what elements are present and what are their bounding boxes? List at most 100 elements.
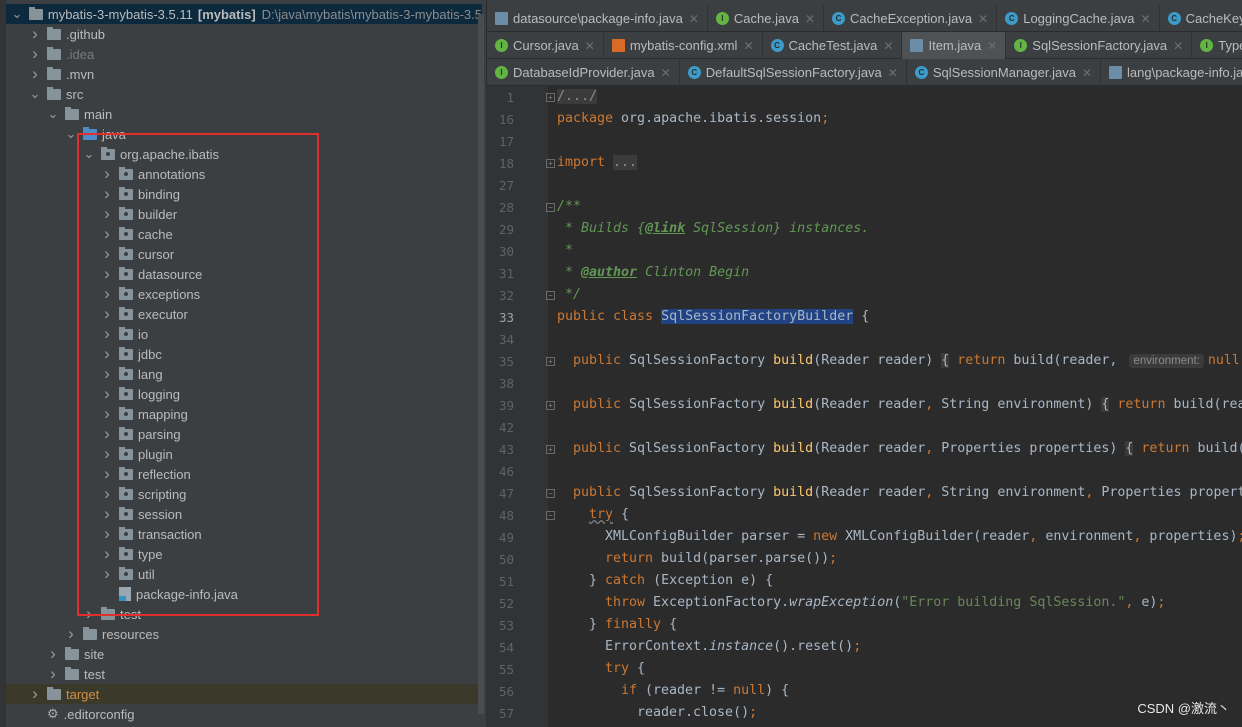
editor-tab[interactable]: C CacheKey.java bbox=[1160, 5, 1242, 32]
tree-item[interactable]: › binding bbox=[6, 184, 482, 204]
close-tab-icon[interactable]: ✕ bbox=[1082, 66, 1092, 80]
chevron-right-icon[interactable]: › bbox=[29, 684, 41, 703]
fold-collapse-icon[interactable]: − bbox=[546, 203, 555, 212]
fold-collapse-icon[interactable]: − bbox=[546, 489, 555, 498]
editor-tab[interactable]: mybatis-config.xml ✕ bbox=[604, 32, 763, 59]
chevron-right-icon[interactable]: › bbox=[101, 524, 113, 543]
close-tab-icon[interactable]: ✕ bbox=[987, 39, 997, 53]
chevron-right-icon[interactable]: › bbox=[101, 284, 113, 303]
editor-tab[interactable]: C CacheTest.java ✕ bbox=[763, 32, 903, 59]
editor-tab[interactable]: C SqlSessionManager.java ✕ bbox=[907, 59, 1102, 86]
tree-item[interactable]: › builder bbox=[6, 204, 482, 224]
chevron-right-icon[interactable]: › bbox=[101, 184, 113, 203]
editor-tab[interactable]: C LoggingCache.java ✕ bbox=[997, 5, 1160, 32]
chevron-right-icon[interactable]: › bbox=[83, 604, 95, 623]
tree-item[interactable]: › annotations bbox=[6, 164, 482, 184]
editor-tab[interactable]: datasource\package-info.java ✕ bbox=[487, 5, 708, 32]
tree-item[interactable]: › parsing bbox=[6, 424, 482, 444]
chevron-right-icon[interactable]: › bbox=[47, 644, 59, 663]
chevron-down-icon[interactable]: ⌄ bbox=[47, 106, 59, 121]
chevron-right-icon[interactable]: › bbox=[65, 624, 77, 643]
editor-tab[interactable]: I TypeHa bbox=[1192, 32, 1242, 59]
tree-item[interactable]: ⌄ mybatis-3-mybatis-3.5.11 [mybatis] D:\jav… bbox=[6, 4, 482, 24]
chevron-right-icon[interactable]: › bbox=[101, 544, 113, 563]
fold-collapse-icon[interactable]: − bbox=[546, 511, 555, 520]
chevron-down-icon[interactable]: ⌄ bbox=[83, 146, 95, 161]
tree-item[interactable]: ⌄ org.apache.ibatis bbox=[6, 144, 482, 164]
chevron-right-icon[interactable]: › bbox=[101, 244, 113, 263]
editor-tab[interactable]: I DatabaseIdProvider.java ✕ bbox=[487, 59, 680, 86]
tree-item[interactable]: › cursor bbox=[6, 244, 482, 264]
chevron-right-icon[interactable]: › bbox=[101, 564, 113, 583]
close-tab-icon[interactable]: ✕ bbox=[689, 12, 699, 26]
chevron-down-icon[interactable]: ⌄ bbox=[11, 6, 23, 21]
editor-tab[interactable]: lang\package-info.java✕ bbox=[1101, 59, 1242, 86]
chevron-right-icon[interactable]: › bbox=[101, 484, 113, 503]
editor-tab[interactable]: I Cursor.java ✕ bbox=[487, 32, 604, 59]
tree-item[interactable]: › jdbc bbox=[6, 344, 482, 364]
editor-tab[interactable]: Item.java ✕ bbox=[902, 32, 1007, 59]
tree-item[interactable]: › site bbox=[6, 644, 482, 664]
close-tab-icon[interactable]: ✕ bbox=[1173, 39, 1183, 53]
tree-item[interactable]: › target bbox=[6, 684, 482, 704]
chevron-right-icon[interactable]: › bbox=[29, 24, 41, 43]
tree-item[interactable]: › reflection bbox=[6, 464, 482, 484]
chevron-right-icon[interactable]: › bbox=[29, 44, 41, 63]
chevron-right-icon[interactable]: › bbox=[101, 264, 113, 283]
tree-item[interactable]: ⚙ .editorconfig bbox=[6, 704, 482, 724]
chevron-right-icon[interactable]: › bbox=[101, 364, 113, 383]
tree-item[interactable]: › .github bbox=[6, 24, 482, 44]
tree-item[interactable]: › plugin bbox=[6, 444, 482, 464]
tree-item[interactable]: › lang bbox=[6, 364, 482, 384]
tree-item[interactable]: › test bbox=[6, 604, 482, 624]
editor-tab[interactable]: I SqlSessionFactory.java ✕ bbox=[1006, 32, 1193, 59]
close-tab-icon[interactable]: ✕ bbox=[883, 39, 893, 53]
tree-item[interactable]: › mapping bbox=[6, 404, 482, 424]
fold-expand-icon[interactable]: + bbox=[546, 445, 555, 454]
chevron-down-icon[interactable]: ⌄ bbox=[65, 126, 77, 141]
close-tab-icon[interactable]: ✕ bbox=[585, 39, 595, 53]
tree-item[interactable]: ⌄ main bbox=[6, 104, 482, 124]
chevron-right-icon[interactable]: › bbox=[101, 304, 113, 323]
close-tab-icon[interactable]: ✕ bbox=[743, 39, 753, 53]
chevron-right-icon[interactable]: › bbox=[101, 324, 113, 343]
chevron-right-icon[interactable]: › bbox=[101, 424, 113, 443]
close-tab-icon[interactable]: ✕ bbox=[1141, 12, 1151, 26]
tree-item[interactable]: › type bbox=[6, 544, 482, 564]
chevron-right-icon[interactable]: › bbox=[101, 384, 113, 403]
close-tab-icon[interactable]: ✕ bbox=[661, 66, 671, 80]
fold-collapse-icon[interactable]: − bbox=[546, 291, 555, 300]
code-editor[interactable]: 1 16 17 18 27 28 29 30 31 32 33 34 35 38 39 42 43 46 47 48 4… bbox=[486, 86, 1242, 727]
chevron-right-icon[interactable]: › bbox=[101, 504, 113, 523]
tree-item[interactable]: › test bbox=[6, 664, 482, 684]
tree-item[interactable]: ⌄ src bbox=[6, 84, 482, 104]
tree-item[interactable]: › resources bbox=[6, 624, 482, 644]
tree-item[interactable]: › exceptions bbox=[6, 284, 482, 304]
editor-tab[interactable]: C CacheException.java ✕ bbox=[824, 5, 998, 32]
tree-item[interactable]: › logging bbox=[6, 384, 482, 404]
chevron-right-icon[interactable]: › bbox=[101, 164, 113, 183]
chevron-right-icon[interactable]: › bbox=[101, 344, 113, 363]
chevron-right-icon[interactable]: › bbox=[101, 404, 113, 423]
fold-expand-icon[interactable]: + bbox=[546, 401, 555, 410]
fold-expand-icon[interactable]: + bbox=[546, 159, 555, 168]
close-tab-icon[interactable]: ✕ bbox=[805, 12, 815, 26]
tree-item[interactable]: › session bbox=[6, 504, 482, 524]
tree-item[interactable]: › transaction bbox=[6, 524, 482, 544]
tree-item[interactable]: › .mvn bbox=[6, 64, 482, 84]
chevron-down-icon[interactable]: ⌄ bbox=[29, 86, 41, 101]
chevron-right-icon[interactable]: › bbox=[29, 64, 41, 83]
chevron-right-icon[interactable]: › bbox=[101, 464, 113, 483]
tree-item[interactable]: package-info.java bbox=[6, 584, 482, 604]
tree-item[interactable]: › io bbox=[6, 324, 482, 344]
close-tab-icon[interactable]: ✕ bbox=[888, 66, 898, 80]
tree-item[interactable]: › executor bbox=[6, 304, 482, 324]
editor-tab[interactable]: C DefaultSqlSessionFactory.java ✕ bbox=[680, 59, 907, 86]
fold-expand-icon[interactable]: + bbox=[546, 93, 555, 102]
tree-item[interactable]: › datasource bbox=[6, 264, 482, 284]
tree-item[interactable]: › cache bbox=[6, 224, 482, 244]
tree-item[interactable]: › .idea bbox=[6, 44, 482, 64]
fold-expand-icon[interactable]: + bbox=[546, 357, 555, 366]
chevron-right-icon[interactable]: › bbox=[101, 204, 113, 223]
tree-scrollbar[interactable] bbox=[478, 14, 484, 714]
